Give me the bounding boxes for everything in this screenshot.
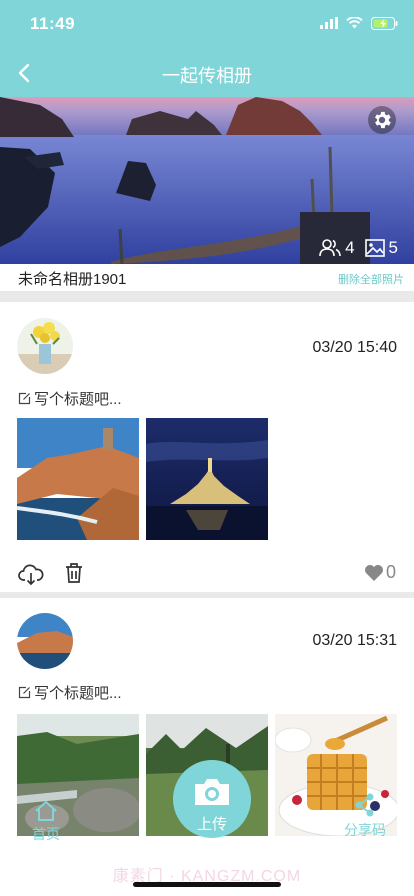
- tab-home-label: 首页: [32, 826, 60, 842]
- divider: [0, 291, 414, 302]
- status-bar: 11:49: [0, 0, 414, 50]
- members-icon: [319, 239, 341, 257]
- gear-icon: [375, 111, 391, 129]
- nav-bar: 一起传相册: [0, 50, 414, 97]
- caption-editor[interactable]: 写个标题吧...: [18, 388, 122, 409]
- like-control[interactable]: 0: [364, 562, 396, 583]
- photo-thumbnail[interactable]: [146, 418, 268, 540]
- caption-editor[interactable]: 写个标题吧...: [18, 682, 122, 703]
- photo-thumbnail[interactable]: [17, 418, 139, 540]
- album-settings-button[interactable]: [368, 106, 396, 134]
- photos-count: 5: [388, 238, 398, 257]
- status-icons: [320, 16, 398, 30]
- signal-icon: [320, 17, 338, 29]
- avatar[interactable]: [17, 318, 73, 374]
- photo-night-castle: [146, 418, 268, 540]
- status-time: 11:49: [30, 14, 76, 33]
- avatar-image: [17, 318, 73, 374]
- photo-icon: [364, 239, 385, 257]
- delete-all-photos-link[interactable]: 删除全部照片: [338, 271, 404, 287]
- wifi-icon: [346, 17, 363, 29]
- tab-share-code[interactable]: 分享码: [340, 792, 390, 840]
- trash-icon[interactable]: [64, 562, 84, 584]
- heart-icon: [364, 564, 383, 581]
- home-icon: [35, 800, 57, 821]
- home-indicator: [133, 882, 281, 887]
- camera-icon: [195, 779, 229, 805]
- upload-label: 上传: [196, 816, 227, 833]
- post-time: 03/20 15:31: [312, 632, 397, 649]
- cloud-download-icon[interactable]: [18, 564, 44, 586]
- page-title: 一起传相册: [162, 66, 252, 86]
- app-screen: 11:49 一起传相册 4 5 未命名相册1901 删除全部照片 03/20 1…: [0, 0, 414, 896]
- edit-icon: [18, 686, 31, 699]
- avatar-image: [17, 613, 73, 669]
- album-stats: 4 5: [319, 238, 398, 258]
- edit-icon: [18, 392, 31, 405]
- battery-charging-icon: [371, 16, 398, 30]
- like-count: 0: [385, 562, 396, 582]
- tab-share-label: 分享码: [344, 822, 386, 838]
- members-count: 4: [345, 238, 355, 257]
- post-time: 03/20 15:40: [312, 339, 397, 356]
- avatar[interactable]: [17, 613, 73, 669]
- album-info-bar: 未命名相册1901 删除全部照片: [0, 264, 414, 291]
- post-actions: 0: [18, 562, 396, 588]
- album-name[interactable]: 未命名相册1901: [18, 268, 126, 289]
- caption-text: 写个标题吧...: [34, 391, 122, 408]
- album-cover: 4 5: [0, 97, 414, 264]
- upload-button[interactable]: 上传: [173, 760, 251, 838]
- header: 11:49 一起传相册: [0, 0, 414, 97]
- photo-coastal-rocks: [17, 418, 139, 540]
- share-icon: [355, 793, 374, 817]
- tab-home[interactable]: 首页: [30, 800, 62, 844]
- photo-post: 03/20 15:40 写个标题吧... 0: [0, 302, 414, 592]
- caption-text: 写个标题吧...: [34, 685, 122, 702]
